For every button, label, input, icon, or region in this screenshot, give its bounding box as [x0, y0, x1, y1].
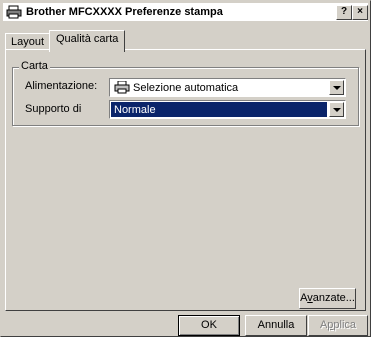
ok-button[interactable]: OK — [178, 315, 240, 336]
paper-source-value: Selezione automatica — [133, 81, 239, 94]
chevron-down-icon[interactable] — [329, 102, 344, 117]
printer-icon — [114, 80, 130, 94]
close-button[interactable]: × — [352, 5, 368, 20]
paper-group-title: Carta — [19, 60, 50, 72]
help-button[interactable]: ? — [336, 5, 352, 20]
printer-icon — [6, 5, 22, 19]
paper-source-label: Alimentazione: — [25, 80, 98, 92]
media-type-value: Normale — [114, 103, 156, 116]
window-title: Brother MFCXXXX Preferenze stampa — [26, 6, 223, 18]
apply-button[interactable]: Applica — [308, 315, 368, 336]
paper-source-select[interactable]: Selezione automatica — [109, 78, 346, 97]
chevron-down-icon[interactable] — [329, 80, 344, 95]
advanced-button[interactable]: Avanzate... — [299, 288, 356, 309]
printing-preferences-dialog: Brother MFCXXXX Preferenze stampa ? × La… — [0, 0, 371, 337]
tab-paper-quality[interactable]: Qualità carta — [49, 30, 126, 52]
cancel-button[interactable]: Annulla — [245, 315, 307, 336]
title-bar: Brother MFCXXXX Preferenze stampa ? × — [3, 3, 368, 21]
media-type-select[interactable]: Normale — [109, 100, 346, 119]
media-type-label: Supporto di — [25, 103, 82, 115]
